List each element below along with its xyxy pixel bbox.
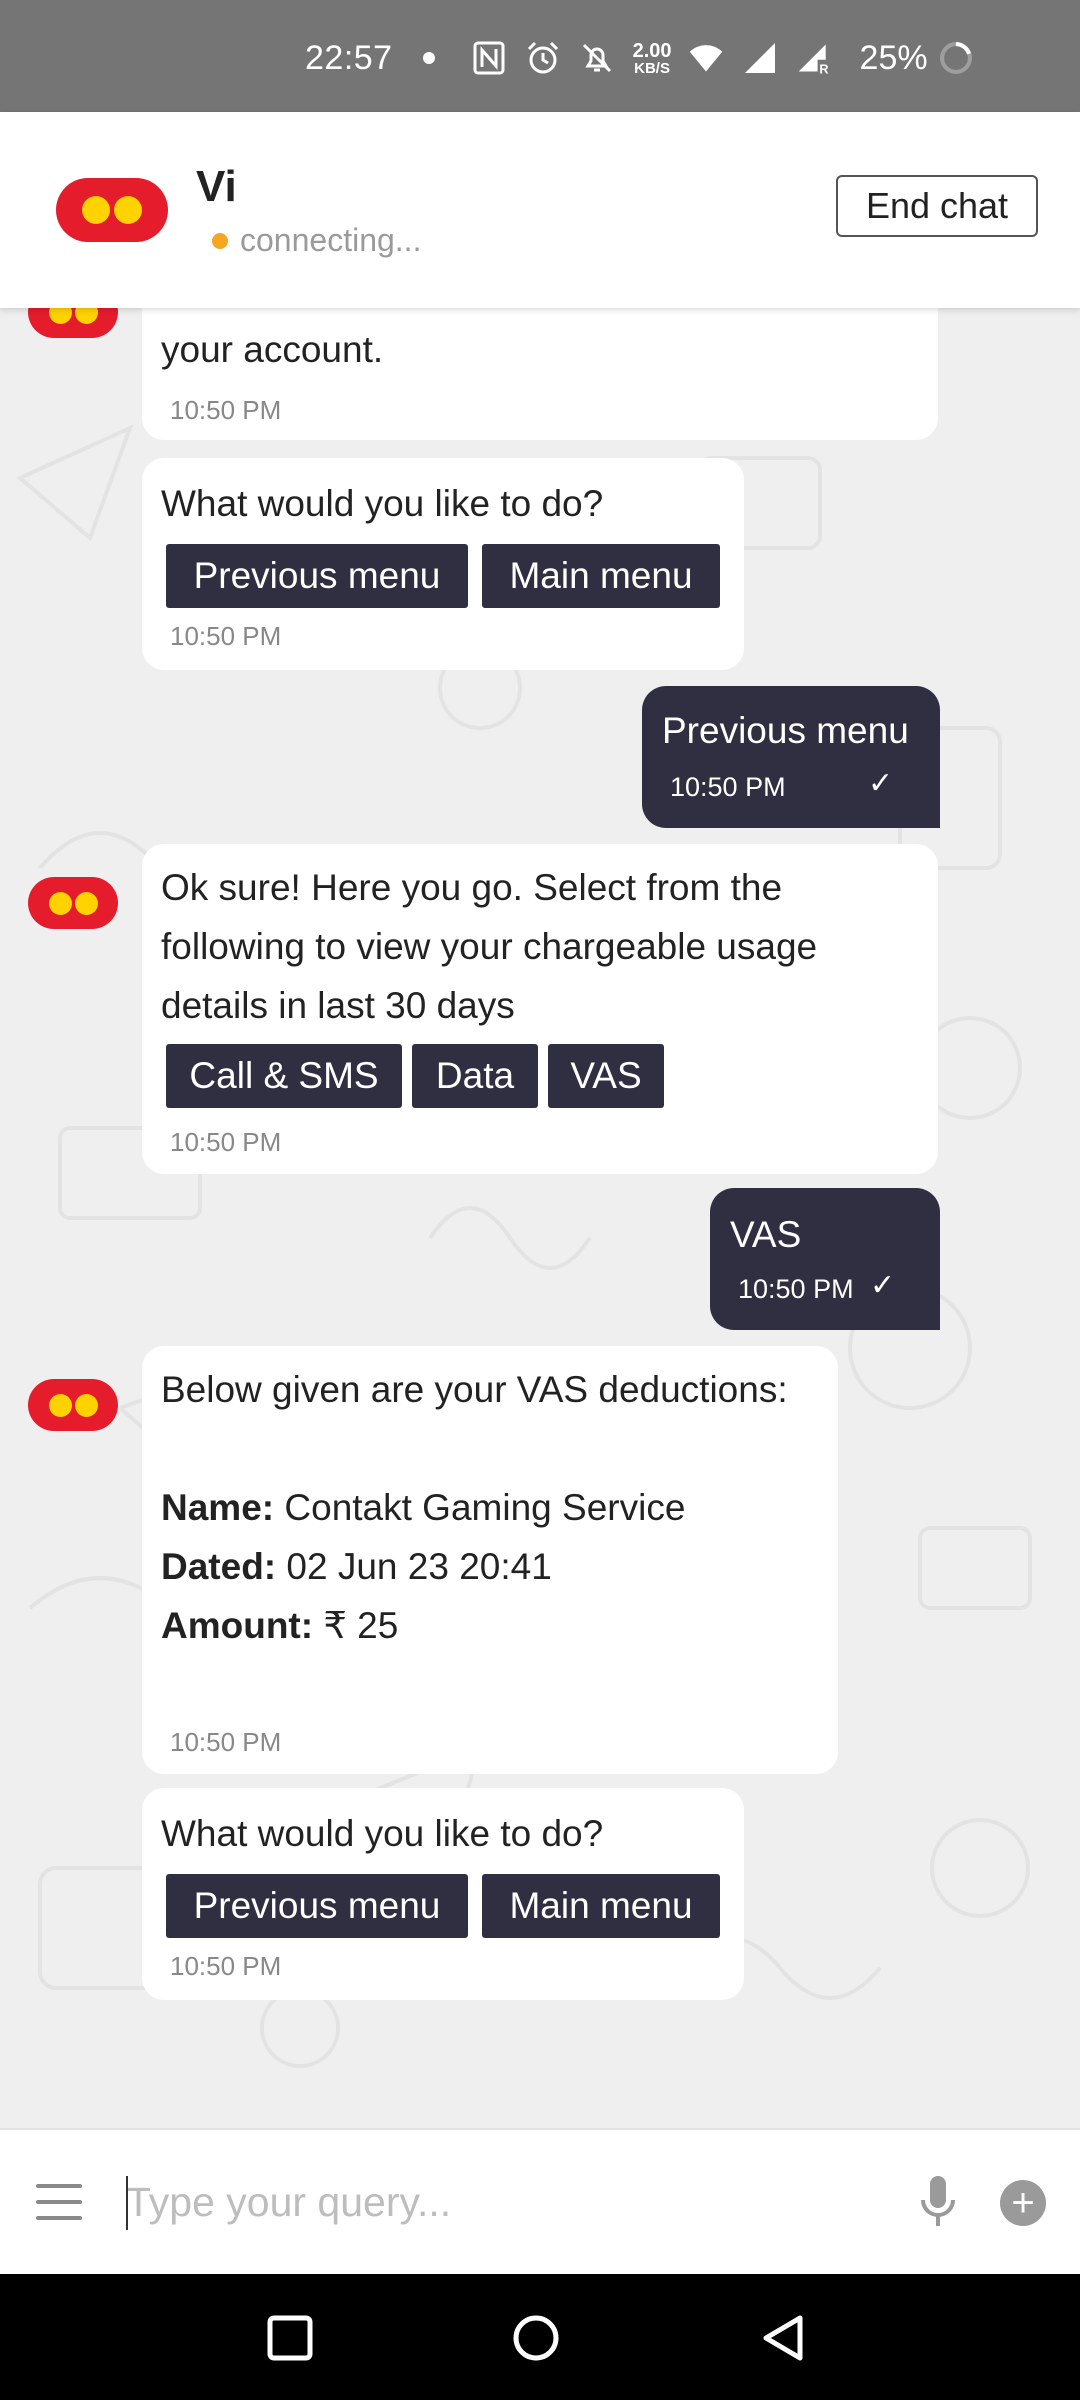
vas-dated-value: 02 Jun 23 20:41 [286, 1546, 552, 1587]
previous-menu-button[interactable]: Previous menu [166, 1874, 468, 1938]
recents-icon[interactable] [262, 2310, 318, 2366]
message-time: 10:50 PM [738, 1274, 854, 1304]
wifi-icon [688, 40, 724, 76]
chat-title: Vi [196, 162, 237, 211]
nfc-icon [471, 40, 507, 76]
home-icon[interactable] [508, 2310, 564, 2366]
vas-intro: Below given are your VAS deductions: [161, 1369, 788, 1410]
connection-status-text: connecting... [240, 222, 422, 258]
vas-amount-label: Amount: [161, 1605, 314, 1646]
vas-name-row: Name: Contakt Gaming Service [161, 1478, 788, 1537]
bot-message: Below given are your VAS deductions: Nam… [142, 1346, 838, 1774]
vas-amount-row: Amount: ₹ 25 [161, 1596, 788, 1655]
bot-message: your account. 10:50 PM [142, 308, 938, 440]
message-time: 10:50 PM [170, 1727, 282, 1757]
message-text: What would you like to do? [161, 1813, 604, 1854]
signal-roaming-icon: R [796, 40, 832, 76]
vas-amount-value: ₹ 25 [323, 1605, 399, 1646]
message-text: VAS [730, 1214, 802, 1255]
vas-name-label: Name: [161, 1487, 275, 1528]
bot-message: What would you like to do? Previous menu… [142, 1788, 744, 2000]
message-time: 10:50 PM [170, 1951, 282, 1981]
speed-value: 2.00 [632, 39, 672, 62]
user-message: Previous menu 10:50 PM ✓ [642, 686, 940, 828]
vi-logo [56, 178, 168, 242]
system-nav-bar [0, 2274, 1080, 2400]
message-text: Ok sure! Here you go. Select from the fo… [161, 858, 817, 1035]
vas-dated-label: Dated: [161, 1546, 277, 1587]
message-text: your account. [161, 329, 384, 370]
chat-header: Vi connecting... End chat [0, 112, 1080, 308]
vas-name-value: Contakt Gaming Service [284, 1487, 686, 1528]
add-attachment-icon[interactable]: + [1000, 2180, 1046, 2226]
battery-percent: 25% [859, 38, 928, 77]
connection-status: connecting... [212, 222, 421, 259]
vas-button[interactable]: VAS [548, 1044, 664, 1108]
microphone-icon[interactable] [918, 2174, 958, 2230]
message-line: Ok sure! Here you go. Select from the [161, 867, 783, 908]
message-time: 10:50 PM [170, 395, 282, 425]
speed-unit: KB/S [634, 59, 670, 77]
bot-message: What would you like to do? Previous menu… [142, 458, 744, 670]
text-caret [126, 2176, 128, 2230]
message-line: following to view your chargeable usage [161, 926, 818, 967]
bot-message: Ok sure! Here you go. Select from the fo… [142, 844, 938, 1174]
sent-check-icon: ✓ [870, 1269, 896, 1302]
call-sms-button[interactable]: Call & SMS [166, 1044, 402, 1108]
chat-area[interactable]: your account. 10:50 PM What would you li… [0, 308, 1080, 2128]
message-text: Below given are your VAS deductions: Nam… [161, 1360, 788, 1655]
signal-icon [742, 40, 778, 76]
end-chat-button[interactable]: End chat [836, 175, 1038, 237]
bot-avatar [28, 1379, 118, 1431]
vas-dated-row: Dated: 02 Jun 23 20:41 [161, 1537, 788, 1596]
message-time: 10:50 PM [170, 621, 282, 651]
message-time: 10:50 PM [170, 1127, 282, 1157]
main-menu-button[interactable]: Main menu [482, 544, 720, 608]
status-time: 22:57 [305, 38, 393, 77]
message-line: details in last 30 days [161, 985, 515, 1026]
battery-icon [938, 40, 974, 76]
message-text: Previous menu [662, 710, 909, 751]
menu-icon[interactable] [36, 2184, 82, 2220]
query-input[interactable]: Type your query... [126, 2170, 451, 2234]
status-bar: 22:57 2.00 KB/S R 25% [0, 0, 1080, 112]
alarm-icon [525, 40, 561, 76]
status-dot-icon [212, 232, 228, 249]
mute-icon [579, 40, 615, 76]
data-button[interactable]: Data [412, 1044, 538, 1108]
notification-dot-icon [422, 52, 435, 64]
sent-check-icon: ✓ [868, 767, 894, 800]
main-menu-button[interactable]: Main menu [482, 1874, 720, 1938]
bot-avatar [28, 308, 118, 338]
user-message: VAS 10:50 PM ✓ [710, 1188, 940, 1330]
svg-text:R: R [819, 62, 828, 76]
back-icon[interactable] [756, 2310, 812, 2366]
message-input-bar: Type your query... + [0, 2128, 1080, 2276]
message-text: What would you like to do? [161, 483, 604, 524]
previous-menu-button[interactable]: Previous menu [166, 544, 468, 608]
network-speed: 2.00 KB/S [633, 41, 672, 76]
bot-avatar [28, 877, 118, 929]
message-time: 10:50 PM [670, 772, 786, 802]
